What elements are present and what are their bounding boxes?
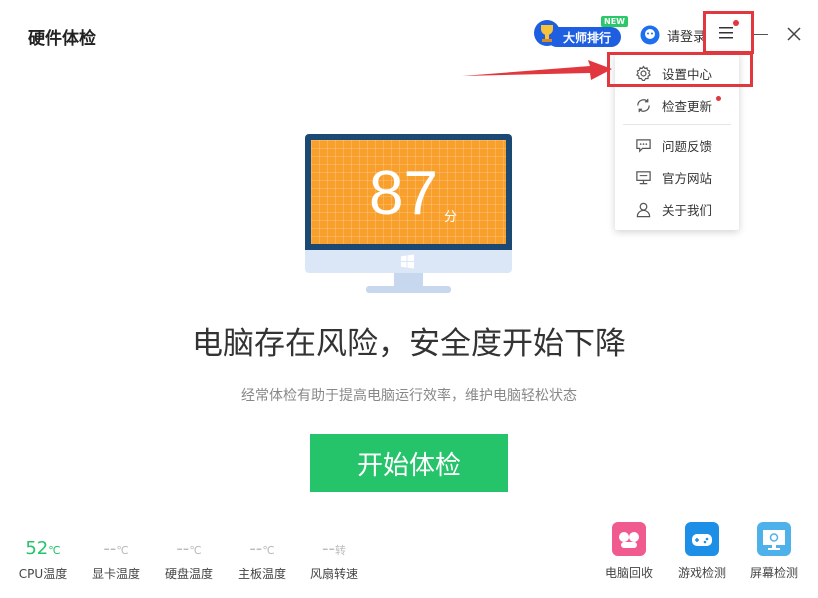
recycle-icon xyxy=(612,522,646,556)
stat-label: 硬盘温度 xyxy=(164,567,213,581)
start-check-button[interactable]: 开始体检 xyxy=(310,434,508,492)
new-badge: NEW xyxy=(601,16,628,27)
menu-item-website[interactable]: 官方网站 xyxy=(615,162,739,192)
monitor-screen: 87 分 xyxy=(311,140,506,244)
health-score: 87 xyxy=(369,159,438,228)
tool-recycle[interactable]: 电脑回收 xyxy=(599,522,659,581)
stat-value: 52℃ xyxy=(25,538,61,559)
notification-dot xyxy=(733,20,739,26)
stat-gpu-temp: --℃ 显卡温度 xyxy=(86,538,146,582)
trophy-icon xyxy=(534,20,560,46)
avatar-icon xyxy=(640,25,660,45)
user-icon xyxy=(636,202,651,217)
chat-icon xyxy=(636,138,651,153)
tool-label: 屏幕检测 xyxy=(749,566,798,580)
screen-test-icon xyxy=(757,522,791,556)
close-icon[interactable] xyxy=(786,26,802,42)
stat-board-temp: --℃ 主板温度 xyxy=(232,538,292,582)
risk-subline: 经常体检有助于提高电脑运行效率，维护电脑轻松状态 xyxy=(241,388,577,404)
monitor-icon xyxy=(636,170,651,184)
menu-item-about[interactable]: 关于我们 xyxy=(615,194,739,224)
stat-label: CPU温度 xyxy=(18,567,68,581)
stat-value: --转 xyxy=(322,538,346,559)
stat-disk-temp: --℃ 硬盘温度 xyxy=(159,538,219,582)
risk-headline: 电脑存在风险，安全度开始下降 xyxy=(192,326,626,362)
menu-item-label: 官方网站 xyxy=(662,170,713,186)
annotation-arrow-icon xyxy=(462,60,612,80)
login-label: 请登录 xyxy=(667,29,707,45)
tool-screen-check[interactable]: 屏幕检测 xyxy=(744,522,804,581)
login-button[interactable]: 请登录 xyxy=(640,24,706,46)
menu-item-label: 关于我们 xyxy=(662,202,713,218)
minimize-button[interactable] xyxy=(754,34,768,35)
menu-item-check-update[interactable]: 检查更新 xyxy=(615,90,739,120)
tool-game-check[interactable]: 游戏检测 xyxy=(672,522,732,581)
monitor-frame: 87 分 xyxy=(305,134,512,250)
update-notification-dot xyxy=(716,96,721,101)
settings-annotation-box xyxy=(607,52,753,87)
tool-label: 游戏检测 xyxy=(677,566,726,580)
stat-label: 显卡温度 xyxy=(91,567,140,581)
monitor-base xyxy=(366,286,451,293)
stat-value: --℃ xyxy=(103,538,129,559)
menu-item-label: 问题反馈 xyxy=(662,138,713,154)
rank-button[interactable]: 大师排行 NEW xyxy=(533,16,628,47)
hamburger-icon xyxy=(719,27,733,39)
stat-label: 风扇转速 xyxy=(309,567,358,581)
app-title: 硬件体检 xyxy=(28,29,96,49)
main-menu-button[interactable] xyxy=(703,11,754,54)
menu-item-feedback[interactable]: 问题反馈 xyxy=(615,130,739,160)
monitor-chin xyxy=(305,250,512,273)
score-unit: 分 xyxy=(444,210,458,225)
windows-icon xyxy=(400,254,415,269)
game-icon xyxy=(685,522,719,556)
stat-value: --℃ xyxy=(176,538,202,559)
score-monitor: 87 分 xyxy=(305,134,512,293)
monitor-neck xyxy=(394,273,423,286)
menu-item-label: 检查更新 xyxy=(662,98,713,114)
rank-label: 大师排行 xyxy=(563,31,612,45)
menu-divider xyxy=(623,124,731,125)
stat-value: --℃ xyxy=(249,538,275,559)
stat-cpu-temp: 52℃ CPU温度 xyxy=(13,538,73,582)
stat-label: 主板温度 xyxy=(237,567,286,581)
tool-label: 电脑回收 xyxy=(604,566,653,580)
stat-fan-speed: --转 风扇转速 xyxy=(304,538,364,582)
refresh-icon xyxy=(637,98,650,112)
